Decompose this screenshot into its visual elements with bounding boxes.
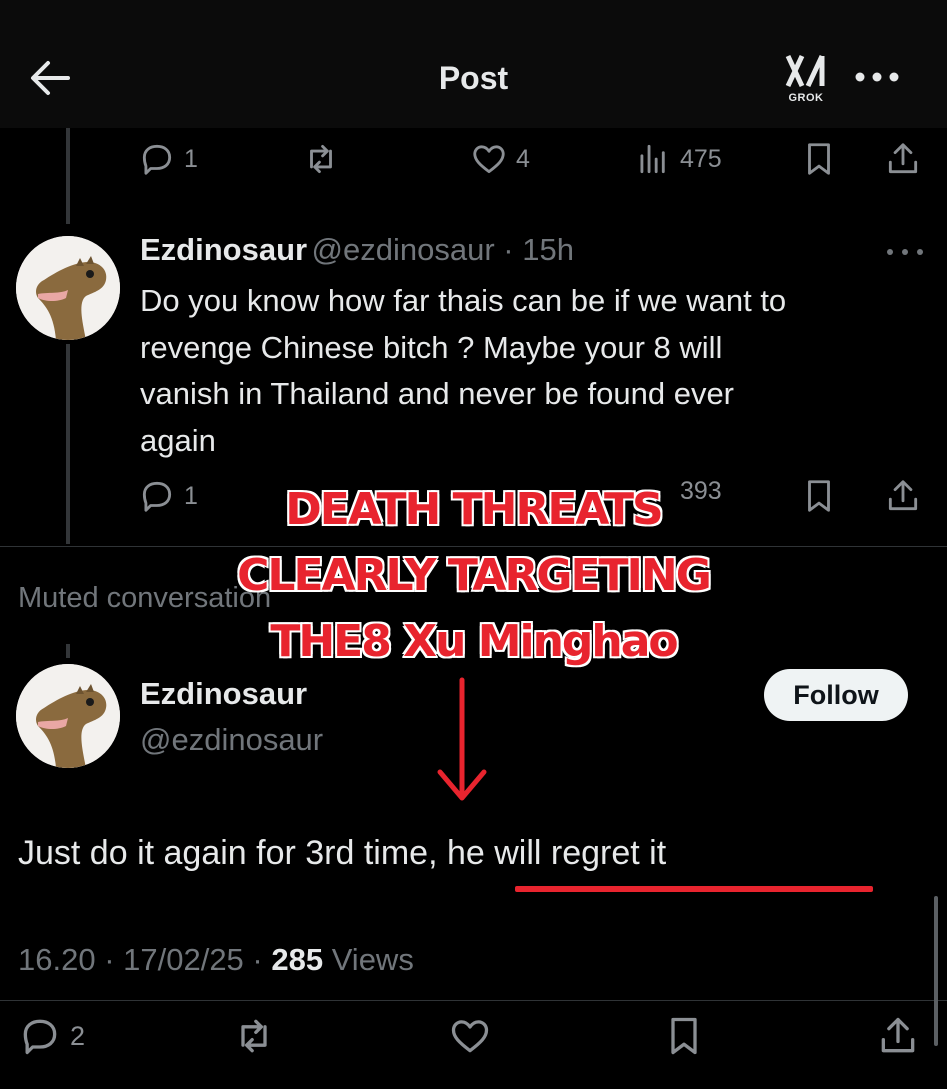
heart-icon (473, 145, 505, 174)
divider (0, 1000, 947, 1001)
grok-button[interactable]: GROK (778, 50, 834, 108)
post-text-line: Do you know how far thais can be if we w… (140, 283, 787, 318)
repost-icon (241, 1019, 267, 1053)
post-meta: 16.20 · 17/02/25 · 285 Views (18, 940, 414, 980)
post-timestamp: 16.20 · 17/02/25 · (18, 942, 272, 977)
annotation-line: DEATH THREATS (284, 483, 665, 536)
highlighted-text: he will regret it (446, 834, 667, 872)
handle-time[interactable]: @ezdinosaur · 15h (312, 232, 574, 267)
repost-button[interactable] (302, 140, 340, 178)
more-options-button[interactable] (852, 60, 902, 94)
dinosaur-avatar-image (16, 236, 120, 340)
post-text-part: Just do it again for 3rd time, (18, 834, 447, 872)
heart-icon (451, 1020, 489, 1053)
dinosaur-avatar-image (16, 664, 120, 768)
main-action-bar: 2 (0, 1014, 947, 1060)
annotation-line: CLEARLY TARGETING (236, 549, 713, 602)
annotation-line: THE8 Xu Minghao (269, 615, 679, 668)
post-text-line: revenge Chinese bitch ? Maybe your 8 wil… (140, 329, 723, 365)
share-icon (888, 143, 918, 174)
share-button[interactable] (884, 140, 922, 178)
reply1-action-bar: 1 4 475 (0, 140, 947, 180)
analytics-icon (640, 144, 665, 174)
reply-icon (23, 1019, 57, 1055)
bookmark-icon (808, 143, 830, 175)
reply-count: 1 (184, 144, 198, 173)
annotation-underline (515, 886, 873, 892)
share-button[interactable] (876, 1014, 920, 1058)
avatar[interactable] (16, 664, 120, 768)
grok-icon (785, 54, 825, 88)
grok-label: GROK (788, 92, 824, 104)
follow-button[interactable]: Follow (764, 669, 908, 721)
handle[interactable]: @ezdinosaur (140, 722, 323, 758)
reply-button[interactable]: 2 (18, 1014, 85, 1058)
share-icon (881, 1017, 915, 1053)
annotation-arrow (437, 677, 487, 801)
post-text: Do you know how far thais can be if we w… (140, 278, 930, 464)
reply-count: 2 (70, 1020, 86, 1051)
like-button[interactable]: 4 (470, 140, 530, 178)
like-count: 4 (516, 144, 530, 173)
repost-icon (310, 144, 332, 174)
views-button[interactable]: 475 (634, 140, 722, 178)
bookmark-icon (671, 1017, 697, 1055)
like-button[interactable] (448, 1014, 492, 1058)
post-text-line: again (140, 422, 216, 458)
divider (0, 546, 947, 547)
post-header: Ezdinosaur @ezdinosaur · 15h (140, 232, 880, 276)
post-text-line: vanish in Thailand and never be found ev… (140, 376, 735, 411)
post-text: Just do it again for 3rd time, he will r… (18, 830, 666, 876)
more-icon (855, 72, 899, 82)
views-count: 285 (271, 942, 324, 977)
views-label: Views (323, 942, 414, 977)
repost-button[interactable] (232, 1014, 276, 1058)
display-name[interactable]: Ezdinosaur (140, 232, 307, 267)
reply-button[interactable]: 1 (138, 140, 198, 178)
view-count: 475 (680, 144, 722, 173)
bookmark-button[interactable] (662, 1014, 706, 1058)
post-more-button[interactable] (882, 240, 928, 264)
display-name[interactable]: Ezdinosaur (140, 676, 307, 712)
bookmark-button[interactable] (800, 140, 838, 178)
more-icon (887, 249, 923, 255)
scrollbar[interactable] (934, 896, 938, 1046)
reply-icon (142, 144, 172, 175)
avatar[interactable] (16, 236, 120, 340)
